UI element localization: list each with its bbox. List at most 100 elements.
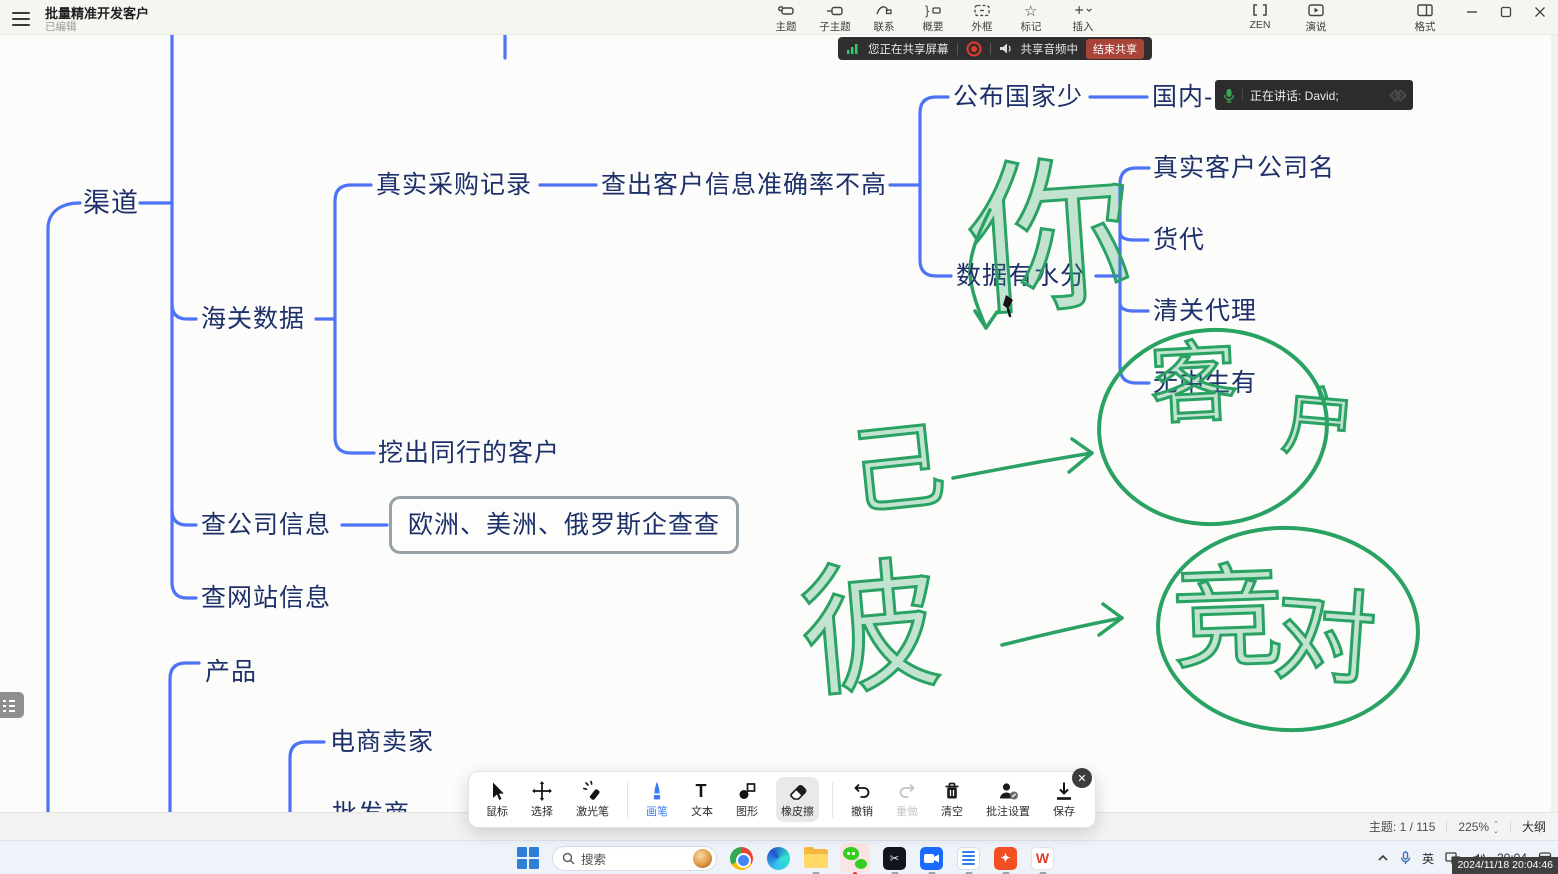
boundary-button[interactable]: 外框 xyxy=(962,1,1002,34)
zen-button[interactable]: ZEN xyxy=(1240,1,1280,34)
taskbar-icon-meeting[interactable] xyxy=(919,846,944,871)
subtopic-icon xyxy=(825,1,845,19)
canvas-scrollbar[interactable] xyxy=(1551,35,1558,812)
speaker-name-text: 正在讲话: David; xyxy=(1250,87,1339,104)
laser-tool[interactable]: 激光笔 xyxy=(571,777,614,822)
zen-icon xyxy=(1250,1,1270,19)
svg-text:☆: ☆ xyxy=(1024,3,1037,19)
record-icon[interactable] xyxy=(966,41,982,57)
download-icon xyxy=(1053,780,1075,802)
window-controls xyxy=(1458,0,1554,24)
insert-button[interactable]: 插入 xyxy=(1060,1,1106,34)
text-tool[interactable]: T 文本 xyxy=(686,777,718,822)
minimize-button[interactable] xyxy=(1464,4,1480,20)
topic-icon xyxy=(776,1,796,19)
screen: 批量精准开发客户 已编辑 主题 子主题 联系 } 概要 外框 xyxy=(0,0,1558,874)
ink-arrow-right-2 xyxy=(1002,618,1122,645)
brush-tool[interactable]: 画笔 xyxy=(641,777,673,822)
node-purchase-records[interactable]: 真实采购记录 xyxy=(376,168,532,202)
zoom-level: 225% xyxy=(1458,820,1489,834)
summary-icon: } xyxy=(923,1,943,19)
node-inflated-data[interactable]: 数据有水分 xyxy=(956,259,1086,293)
eraser-icon xyxy=(787,780,809,802)
topic-counter: 主题: 1 / 115 xyxy=(1369,818,1435,835)
sharing-status-text: 您正在共享屏幕 xyxy=(868,41,949,57)
person-settings-icon xyxy=(997,780,1019,802)
eraser-tool[interactable]: 橡皮擦 xyxy=(776,777,819,822)
taskbar-icon-explorer[interactable] xyxy=(803,846,828,871)
outline-panel-toggle[interactable] xyxy=(0,692,24,718)
speaking-toast: 正在讲话: David; xyxy=(1215,80,1413,110)
laser-pointer-icon xyxy=(582,780,604,802)
node-website-info[interactable]: 查网站信息 xyxy=(201,581,331,615)
search-icon xyxy=(562,852,575,865)
summary-button[interactable]: } 概要 xyxy=(913,1,953,34)
node-channel[interactable]: 渠道 xyxy=(83,186,139,220)
divider xyxy=(1242,89,1243,101)
node-ecom-sellers[interactable]: 电商卖家 xyxy=(330,725,434,759)
close-toolbar-button[interactable]: ✕ xyxy=(1072,768,1092,788)
shape-tool[interactable]: 图形 xyxy=(731,777,763,822)
stop-share-button[interactable]: 结束共享 xyxy=(1086,39,1144,59)
subtopic-button[interactable]: 子主题 xyxy=(815,1,855,34)
taskbar-icon-orange-app[interactable]: ✦ xyxy=(993,846,1018,871)
ink-you: 你 xyxy=(962,151,1138,327)
ink-other-side: 彼 xyxy=(794,554,948,708)
close-button[interactable] xyxy=(1532,4,1548,20)
format-button[interactable]: 格式 xyxy=(1405,1,1445,34)
taskbar-search[interactable]: 搜索 xyxy=(552,846,717,871)
node-company-info[interactable]: 查公司信息 xyxy=(201,508,331,542)
node-domestic[interactable]: 国内- xyxy=(1152,80,1213,114)
search-highlight-image[interactable] xyxy=(693,849,712,868)
signal-bars-icon xyxy=(846,42,860,55)
node-freight-forwarder[interactable]: 货代 xyxy=(1153,223,1205,257)
cursor-icon xyxy=(486,780,508,802)
maximize-button[interactable] xyxy=(1498,4,1514,20)
undo-button[interactable]: 撤销 xyxy=(846,777,878,822)
node-clearance-agent[interactable]: 清关代理 xyxy=(1153,294,1257,328)
menu-icon[interactable] xyxy=(10,8,32,28)
mindmap-canvas[interactable]: 渠道 海关数据 真实采购记录 查出客户信息准确率不高 公布国家少 国内- 数据有… xyxy=(0,35,1558,812)
node-peer-customers[interactable]: 挖出同行的客户 xyxy=(378,436,560,470)
topic-button[interactable]: 主题 xyxy=(766,1,806,34)
node-real-company-name[interactable]: 真实客户公司名 xyxy=(1153,151,1335,185)
node-product[interactable]: 产品 xyxy=(205,655,257,689)
node-wholesaler[interactable]: 批发商 xyxy=(332,797,410,812)
marker-button[interactable]: ☆ 标记 xyxy=(1011,1,1051,34)
node-customs-data[interactable]: 海关数据 xyxy=(201,302,305,336)
relationship-button[interactable]: 联系 xyxy=(864,1,904,34)
node-low-accuracy[interactable]: 查出客户信息准确率不高 xyxy=(601,168,887,202)
ink-competitor-1: 竞 xyxy=(1170,561,1286,677)
taskbar: 搜索 ✂ ✦ W 英 20:04 xyxy=(0,840,1558,874)
mouse-tool[interactable]: 鼠标 xyxy=(481,777,513,822)
start-button[interactable] xyxy=(515,846,540,871)
node-few-countries[interactable]: 公布国家少 xyxy=(953,80,1083,114)
clear-button[interactable]: 清空 xyxy=(936,777,968,822)
node-qichacha[interactable]: 欧洲、美洲、俄罗斯企查查 xyxy=(389,496,739,554)
taskbar-icon-wechat[interactable] xyxy=(840,843,870,873)
taskbar-icon-edge[interactable] xyxy=(766,846,791,871)
select-tool[interactable]: 选择 xyxy=(526,777,558,822)
annotation-settings-button[interactable]: 批注设置 xyxy=(981,777,1035,822)
zoom-stepper[interactable]: ⌃⌃ xyxy=(1493,822,1499,832)
ime-indicator[interactable]: 英 xyxy=(1422,850,1434,867)
taskbar-icon-notes[interactable] xyxy=(956,846,981,871)
microphone-icon xyxy=(1223,88,1235,103)
search-placeholder: 搜索 xyxy=(581,849,687,868)
tray-chevron-icon[interactable] xyxy=(1377,853,1389,863)
taskbar-icon-capcut[interactable]: ✂ xyxy=(882,846,907,871)
taskbar-icon-wps[interactable]: W xyxy=(1030,846,1055,871)
outline-button[interactable]: 大纲 xyxy=(1522,818,1546,835)
tray-mic-icon[interactable] xyxy=(1400,851,1411,865)
text-icon: T xyxy=(691,780,713,802)
screen-share-banner: 您正在共享屏幕 共享音频中 结束共享 xyxy=(838,37,1152,60)
divider xyxy=(1510,821,1511,833)
node-fabricated[interactable]: 无中生有 xyxy=(1153,366,1257,400)
ink-arrow-right-1 xyxy=(953,453,1092,478)
divider xyxy=(832,782,833,818)
taskbar-icon-chrome[interactable] xyxy=(729,846,754,871)
present-button[interactable]: 演说 xyxy=(1296,1,1336,34)
ink-customer-2: 户 xyxy=(1279,384,1359,464)
annotation-toolbar: 鼠标 选择 激光笔 画笔 T 文本 图形 橡皮擦 撤销 xyxy=(468,771,1096,828)
brush-icon xyxy=(646,780,668,802)
